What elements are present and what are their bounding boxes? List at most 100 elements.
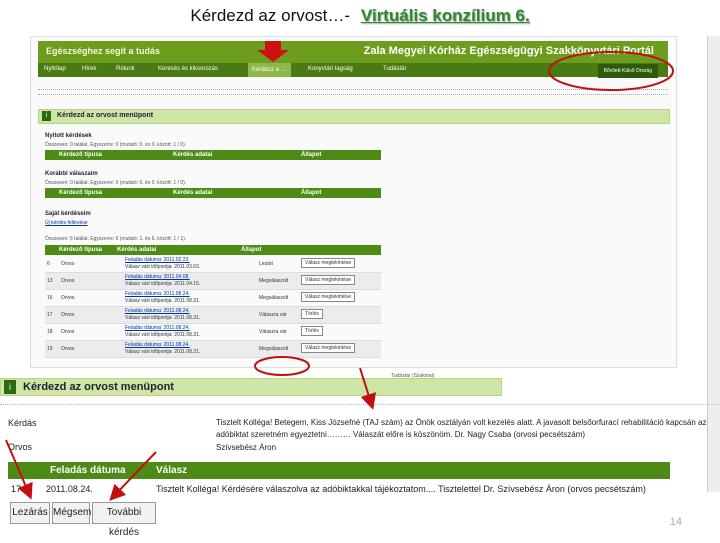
cancel-button[interactable]: Mégsem [52,502,91,524]
row-status: Megválaszolt [259,278,289,284]
table-row: 6 Orvos Feladás dátuma: 2011.02.23. Vála… [45,256,381,273]
page-number: 14 [669,516,682,528]
delete-button[interactable]: Törlés [301,326,323,336]
col-type: Kérdező típusa [59,190,103,196]
row-type: Orvos [61,278,75,284]
slide-title-main: Kérdezd az orvost…- [190,6,351,25]
col-date: Feladás dátuma [50,465,126,476]
row-id: 17 [47,312,53,318]
question-text-1: Tisztelt Kolléga! Betegem, Kiss Józsefné… [216,418,707,427]
menu-item-home[interactable]: Nyitólap [44,66,66,72]
table-row: 17 Orvos Feladás dátuma: 2011.08.24. Vál… [45,307,381,324]
previous-answers-count: Összesen: 0 találat. Egyszerre: 0 (mutat… [45,180,187,186]
divider [0,404,720,405]
row-id: 19 [47,346,53,352]
view-answer-button[interactable]: Válasz megtekintése [301,343,356,353]
row-id: 13 [47,278,53,284]
row-status: Megválaszolt [259,346,289,352]
annotation-arrow-down-icon [257,41,289,62]
table-row: 13 Orvos Feladás dátuma: 2011.04.08. Vál… [45,273,381,290]
doctor-name: Szívsebész Áron [216,443,277,452]
section-header: i Kérdezd az orvost menüpont [38,109,670,124]
row-date[interactable]: Feladás dátuma: 2011.08.24. [125,291,190,297]
row-deadline: Válasz várt időpontja: 2011.03.03. [125,264,201,270]
previous-answers-header: Kérdező típusa Kérdés adatai Állapot [45,188,381,198]
slide-title: Kérdezd az orvost…- Virtuális konzílium … [0,0,720,32]
col-status: Állapot [301,190,322,196]
row-date[interactable]: Feladás dátuma: 2011.08.24. [125,325,190,331]
row-type: Orvos [61,261,75,267]
delete-button[interactable]: Törlés [301,309,323,319]
menu-item-membership[interactable]: Konyvtári tagság [308,66,353,72]
annotation-ellipse-icon [254,356,310,376]
portal-screenshot: Egészséghez segít a tudás Zala Megyei Kó… [30,36,677,379]
new-question-link[interactable]: Új kérdés feltevése [45,220,88,226]
question-text-2: adóbiktat szeretném egyeztetni……… Válasz… [216,430,586,439]
col-data: Kérdés adatai [173,190,213,196]
annotation-ellipse-icon [548,51,674,91]
portal-slogan: Egészséghez segít a tudás [46,46,161,56]
previous-answers-heading: Korábbi válaszaim [45,171,98,177]
row-id: 16 [47,295,53,301]
col-answer: Válasz [156,465,188,476]
menu-item-news[interactable]: Hírek [82,66,96,72]
section-title: Kérdezd az orvost menüpont [57,112,154,119]
menu-item-search[interactable]: Keresés és kiksorozás [158,66,218,72]
row-date[interactable]: Feladás dátuma: 2011.02.23. [125,257,190,263]
menu-item-about[interactable]: Rólunk [116,66,135,72]
menu-item-ask-doctor[interactable]: Kérdezz a … [248,63,291,77]
table-row: 18 Orvos Feladás dátuma: 2011.08.24. Vál… [45,324,381,341]
row-type: Orvos [61,346,75,352]
col-type: Kérdező típusa [59,247,103,253]
slide-title-sub: Virtuális konzílium 6. [360,6,530,25]
row-deadline: Válasz várt időpontja: 2011.08.31. [125,349,201,355]
row-status: Válaszra vár [259,312,287,318]
view-answer-button[interactable]: Válasz megtekintése [301,258,356,268]
view-answer-button[interactable]: Válasz megtekintése [301,292,356,302]
close-button[interactable]: Lezárás [10,502,50,524]
row-deadline: Válasz várt időpontja: 2011.08.31. [125,315,201,321]
col-data: Kérdés adatai [117,247,157,253]
row-status: Válaszra vár [259,329,287,335]
row-date[interactable]: Feladás dátuma: 2011.08.24. [125,308,190,314]
table-row: 19 Orvos Feladás dátuma: 2011.08.24. Vál… [45,341,381,358]
table-row: 16 Orvos Feladás dátuma: 2011.08.24. Vál… [45,290,381,307]
row-id: 18 [47,329,53,335]
own-questions-header: Kérdező típusa Kérdés adatai Állapot [45,245,381,255]
own-questions-count: Összesen: 6 találat. Egyszerre: 6 (mutat… [45,236,187,242]
detail-header: i Kérdezd az orvost menüpont [0,378,502,396]
row-deadline: Válasz várt időpontja: 2011.08.31. [125,332,201,338]
answer-id: 17 [11,484,22,494]
row-id: 6 [47,261,50,267]
row-type: Orvos [61,295,75,301]
question-label: Kérdás [8,418,37,428]
answer-date: 2011.08.24. [46,484,93,494]
menu-item-knowledge[interactable]: Tudástár [383,66,406,72]
row-status: Megválaszolt [259,295,289,301]
info-icon: i [4,380,16,394]
detail-title: Kérdezd az orvost menüpont [23,381,174,393]
answer-table-header: Feladás dátuma Válasz [8,462,670,479]
row-date[interactable]: Feladás dátuma: 2011.08.24. [125,342,190,348]
more-question-button[interactable]: További kérdés [92,502,156,538]
row-status: Lezárt [259,261,273,267]
row-deadline: Válasz várt időpontja: 2011.08.31. [125,298,201,304]
row-date[interactable]: Feladás dátuma: 2011.04.08. [125,274,190,280]
open-questions-heading: Nyitott kérdések [45,133,92,139]
col-type: Kérdező típusa [59,152,103,158]
col-status: Állapot [301,152,322,158]
doctor-label: Orvos [8,442,33,452]
row-type: Orvos [61,312,75,318]
answer-row: 17 2011.08.24. Tisztelt Kolléga! Kérdésé… [8,482,670,496]
own-questions-heading: Saját kérdéseim [45,211,91,217]
view-answer-button[interactable]: Válasz megtekintése [301,275,356,285]
open-questions-header: Kérdező típusa Kérdés adatai Állapot [45,150,381,160]
info-icon: i [42,111,51,121]
scrollbar[interactable] [707,36,720,492]
col-data: Kérdés adatai [173,152,213,158]
row-type: Orvos [61,329,75,335]
open-questions-count: Összesen: 0 találat. Egyszerre: 0 (mutat… [45,142,187,148]
answer-text: Tisztelt Kolléga! Kérdésére válaszolva a… [156,484,646,494]
col-status: Állapot [241,247,262,253]
row-deadline: Válasz várt időpontja: 2011.04.15. [125,281,201,287]
